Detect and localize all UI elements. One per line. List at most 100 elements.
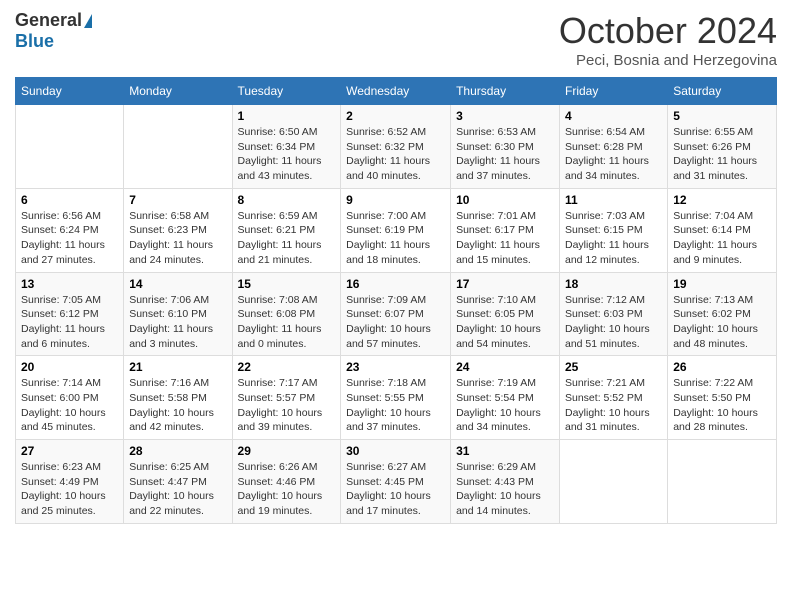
day-info: Sunrise: 6:58 AM Sunset: 6:23 PM Dayligh… (129, 209, 226, 268)
day-of-week-header: Thursday (451, 78, 560, 105)
calendar-cell: 2 Sunrise: 6:52 AM Sunset: 6:32 PM Daylig… (341, 105, 451, 189)
calendar-cell: 20Sunrise: 7:14 AM Sunset: 6:00 PM Dayli… (16, 356, 124, 440)
day-number: 15 (238, 277, 336, 291)
day-info: Sunrise: 7:00 AM Sunset: 6:19 PM Dayligh… (346, 209, 445, 268)
day-info: Sunrise: 6:53 AM Sunset: 6:30 PM Dayligh… (456, 125, 554, 184)
calendar-week-row: 13 Sunrise: 7:05 AM Sunset: 6:12 PM Dayli… (16, 272, 777, 356)
day-info: Sunrise: 6:26 AM Sunset: 4:46 PM Dayligh… (238, 460, 336, 519)
day-number: 21 (129, 360, 226, 374)
day-number: 12 (673, 193, 771, 207)
calendar-cell: 9 Sunrise: 7:00 AM Sunset: 6:19 PM Daylig… (341, 188, 451, 272)
day-number: 23 (346, 360, 445, 374)
day-number: 16 (346, 277, 445, 291)
day-number: 1 (238, 109, 336, 123)
day-info: Sunrise: 6:27 AM Sunset: 4:45 PM Dayligh… (346, 460, 445, 519)
calendar-week-row: 1 Sunrise: 6:50 AM Sunset: 6:34 PM Daylig… (16, 105, 777, 189)
day-number: 9 (346, 193, 445, 207)
day-info: Sunrise: 7:17 AM Sunset: 5:57 PM Dayligh… (238, 376, 336, 435)
day-of-week-header: Friday (560, 78, 668, 105)
day-info: Sunrise: 7:09 AM Sunset: 6:07 PM Dayligh… (346, 293, 445, 352)
day-number: 5 (673, 109, 771, 123)
day-of-week-header: Saturday (668, 78, 777, 105)
logo: General Blue (15, 10, 92, 52)
day-number: 24 (456, 360, 554, 374)
day-info: Sunrise: 6:29 AM Sunset: 4:43 PM Dayligh… (456, 460, 554, 519)
day-info: Sunrise: 7:04 AM Sunset: 6:14 PM Dayligh… (673, 209, 771, 268)
logo-icon (84, 14, 92, 28)
day-number: 3 (456, 109, 554, 123)
day-info: Sunrise: 7:01 AM Sunset: 6:17 PM Dayligh… (456, 209, 554, 268)
day-info: Sunrise: 6:55 AM Sunset: 6:26 PM Dayligh… (673, 125, 771, 184)
day-number: 22 (238, 360, 336, 374)
day-number: 26 (673, 360, 771, 374)
day-number: 18 (565, 277, 662, 291)
calendar-cell: 22 Sunrise: 7:17 AM Sunset: 5:57 PM Dayli… (232, 356, 341, 440)
day-info: Sunrise: 7:14 AM Sunset: 6:00 PM Dayligh… (21, 376, 118, 435)
day-of-week-header: Sunday (16, 78, 124, 105)
calendar-cell: 24 Sunrise: 7:19 AM Sunset: 5:54 PM Dayli… (451, 356, 560, 440)
calendar-cell: 5 Sunrise: 6:55 AM Sunset: 6:26 PM Daylig… (668, 105, 777, 189)
day-number: 2 (346, 109, 445, 123)
calendar-cell: 16 Sunrise: 7:09 AM Sunset: 6:07 PM Dayli… (341, 272, 451, 356)
calendar-cell: 13 Sunrise: 7:05 AM Sunset: 6:12 PM Dayli… (16, 272, 124, 356)
day-info: Sunrise: 6:50 AM Sunset: 6:34 PM Dayligh… (238, 125, 336, 184)
day-info: Sunrise: 7:18 AM Sunset: 5:55 PM Dayligh… (346, 376, 445, 435)
day-info: Sunrise: 6:56 AM Sunset: 6:24 PM Dayligh… (21, 209, 118, 268)
day-info: Sunrise: 7:12 AM Sunset: 6:03 PM Dayligh… (565, 293, 662, 352)
calendar-cell: 12 Sunrise: 7:04 AM Sunset: 6:14 PM Dayli… (668, 188, 777, 272)
calendar-cell: 6 Sunrise: 6:56 AM Sunset: 6:24 PM Daylig… (16, 188, 124, 272)
day-info: Sunrise: 7:08 AM Sunset: 6:08 PM Dayligh… (238, 293, 336, 352)
calendar-cell: 31 Sunrise: 6:29 AM Sunset: 4:43 PM Dayli… (451, 440, 560, 524)
title-section: October 2024 Peci, Bosnia and Herzegovin… (559, 10, 777, 69)
calendar-cell (16, 105, 124, 189)
calendar-cell: 26 Sunrise: 7:22 AM Sunset: 5:50 PM Dayli… (668, 356, 777, 440)
day-number: 14 (129, 277, 226, 291)
calendar-cell: 19Sunrise: 7:13 AM Sunset: 6:02 PM Dayli… (668, 272, 777, 356)
day-info: Sunrise: 7:19 AM Sunset: 5:54 PM Dayligh… (456, 376, 554, 435)
location: Peci, Bosnia and Herzegovina (559, 52, 777, 69)
page-header: General Blue October 2024 Peci, Bosnia a… (15, 10, 777, 69)
calendar-cell: 3 Sunrise: 6:53 AM Sunset: 6:30 PM Daylig… (451, 105, 560, 189)
calendar-cell: 29 Sunrise: 6:26 AM Sunset: 4:46 PM Dayli… (232, 440, 341, 524)
logo-blue: Blue (15, 31, 54, 52)
calendar-cell: 21 Sunrise: 7:16 AM Sunset: 5:58 PM Dayli… (124, 356, 232, 440)
calendar-cell: 11Sunrise: 7:03 AM Sunset: 6:15 PM Dayli… (560, 188, 668, 272)
calendar-cell: 30Sunrise: 6:27 AM Sunset: 4:45 PM Dayli… (341, 440, 451, 524)
calendar-cell: 28Sunrise: 6:25 AM Sunset: 4:47 PM Dayli… (124, 440, 232, 524)
day-info: Sunrise: 6:54 AM Sunset: 6:28 PM Dayligh… (565, 125, 662, 184)
calendar-week-row: 6 Sunrise: 6:56 AM Sunset: 6:24 PM Daylig… (16, 188, 777, 272)
day-info: Sunrise: 7:22 AM Sunset: 5:50 PM Dayligh… (673, 376, 771, 435)
calendar-cell: 17 Sunrise: 7:10 AM Sunset: 6:05 PM Dayli… (451, 272, 560, 356)
logo-general: General (15, 10, 82, 31)
calendar-cell: 7Sunrise: 6:58 AM Sunset: 6:23 PM Daylig… (124, 188, 232, 272)
calendar-cell: 10 Sunrise: 7:01 AM Sunset: 6:17 PM Dayli… (451, 188, 560, 272)
calendar-cell: 8Sunrise: 6:59 AM Sunset: 6:21 PM Daylig… (232, 188, 341, 272)
day-number: 11 (565, 193, 662, 207)
calendar-cell: 27Sunrise: 6:23 AM Sunset: 4:49 PM Dayli… (16, 440, 124, 524)
day-number: 28 (129, 444, 226, 458)
day-of-week-header: Wednesday (341, 78, 451, 105)
day-of-week-header: Monday (124, 78, 232, 105)
calendar-header-row: SundayMondayTuesdayWednesdayThursdayFrid… (16, 78, 777, 105)
day-number: 4 (565, 109, 662, 123)
day-info: Sunrise: 7:10 AM Sunset: 6:05 PM Dayligh… (456, 293, 554, 352)
calendar-cell: 1 Sunrise: 6:50 AM Sunset: 6:34 PM Daylig… (232, 105, 341, 189)
calendar-cell: 23 Sunrise: 7:18 AM Sunset: 5:55 PM Dayli… (341, 356, 451, 440)
day-number: 29 (238, 444, 336, 458)
calendar-cell: 15 Sunrise: 7:08 AM Sunset: 6:08 PM Dayli… (232, 272, 341, 356)
day-number: 10 (456, 193, 554, 207)
day-number: 19 (673, 277, 771, 291)
day-number: 31 (456, 444, 554, 458)
day-info: Sunrise: 7:05 AM Sunset: 6:12 PM Dayligh… (21, 293, 118, 352)
calendar-cell (560, 440, 668, 524)
calendar-week-row: 20Sunrise: 7:14 AM Sunset: 6:00 PM Dayli… (16, 356, 777, 440)
day-info: Sunrise: 6:23 AM Sunset: 4:49 PM Dayligh… (21, 460, 118, 519)
day-info: Sunrise: 6:59 AM Sunset: 6:21 PM Dayligh… (238, 209, 336, 268)
calendar-cell: 18 Sunrise: 7:12 AM Sunset: 6:03 PM Dayli… (560, 272, 668, 356)
day-info: Sunrise: 7:16 AM Sunset: 5:58 PM Dayligh… (129, 376, 226, 435)
day-number: 13 (21, 277, 118, 291)
day-number: 17 (456, 277, 554, 291)
day-number: 6 (21, 193, 118, 207)
calendar-table: SundayMondayTuesdayWednesdayThursdayFrid… (15, 77, 777, 524)
day-info: Sunrise: 6:52 AM Sunset: 6:32 PM Dayligh… (346, 125, 445, 184)
